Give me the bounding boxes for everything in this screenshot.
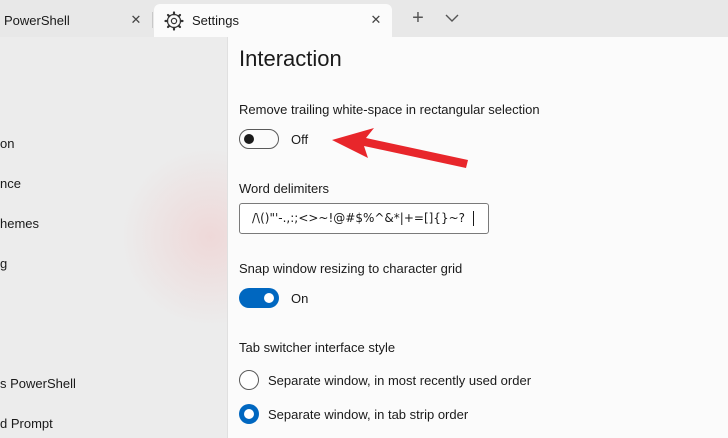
sidebar-item-rendering[interactable]: g [0, 256, 7, 271]
sidebar-item-appearance[interactable]: nce [0, 176, 21, 191]
sidebar-background-glow [120, 147, 227, 327]
page-title: Interaction [239, 46, 342, 71]
sidebar-item-label: d Prompt [0, 416, 53, 431]
tab-powershell[interactable]: PowerShell ✕ [0, 4, 152, 37]
close-icon[interactable]: ✕ [128, 12, 144, 28]
sidebar-item-label: nce [0, 176, 21, 191]
radio-label[interactable]: Separate window, in most recently used o… [268, 373, 531, 388]
sidebar-item-interaction[interactable]: on [0, 136, 14, 151]
trim-whitespace-label: Remove trailing white-space in rectangul… [239, 102, 540, 117]
close-icon[interactable]: ✕ [368, 12, 384, 28]
sidebar-item-powershell-profile[interactable]: s PowerShell [0, 376, 76, 391]
sidebar-item-label: g [0, 256, 8, 271]
toggle-knob [264, 293, 274, 303]
gear-icon [164, 10, 184, 31]
sidebar-item-label: hemes [0, 216, 40, 231]
radio-label[interactable]: Separate window, in tab strip order [268, 407, 468, 422]
word-delimiters-value: /\()"'-.,:;<>~!@#$%^&*|+=[]{}~? [252, 211, 469, 225]
trim-whitespace-state: Off [291, 132, 309, 147]
word-delimiters-label: Word delimiters [239, 181, 330, 196]
sidebar-item-label: s PowerShell [0, 376, 76, 391]
tab-switcher-label: Tab switcher interface style [239, 340, 396, 355]
trim-whitespace-toggle[interactable] [239, 129, 279, 149]
tab-switcher-option-tab-strip[interactable] [239, 404, 259, 424]
chevron-down-icon[interactable] [442, 10, 462, 26]
tab-label: Settings [192, 13, 239, 28]
new-tab-button[interactable]: + [408, 8, 428, 28]
text-caret [472, 211, 474, 226]
snap-resize-toggle[interactable] [239, 288, 279, 308]
tab-switcher-option-mru[interactable] [239, 370, 259, 390]
annotation-arrow [332, 128, 468, 168]
tab-divider [152, 12, 153, 28]
radio-dot [244, 409, 254, 419]
tab-bar: PowerShell ✕ Settings ✕ + [0, 0, 728, 37]
snap-resize-label: Snap window resizing to character grid [239, 261, 463, 276]
sidebar-item-command-prompt-profile[interactable]: d Prompt [0, 416, 53, 431]
toggle-knob [244, 133, 254, 144]
sidebar-item-color-schemes[interactable]: hemes [0, 216, 39, 231]
settings-content: Interaction Remove trailing white-space … [227, 37, 728, 438]
word-delimiters-input[interactable]: /\()"'-.,:;<>~!@#$%^&*|+=[]{}~? [239, 203, 489, 234]
sidebar: on nce hemes g s PowerShell d Prompt [0, 37, 227, 438]
tab-settings[interactable]: Settings ✕ [154, 4, 392, 37]
sidebar-item-label: on [0, 136, 15, 151]
snap-resize-state: On [291, 291, 309, 306]
